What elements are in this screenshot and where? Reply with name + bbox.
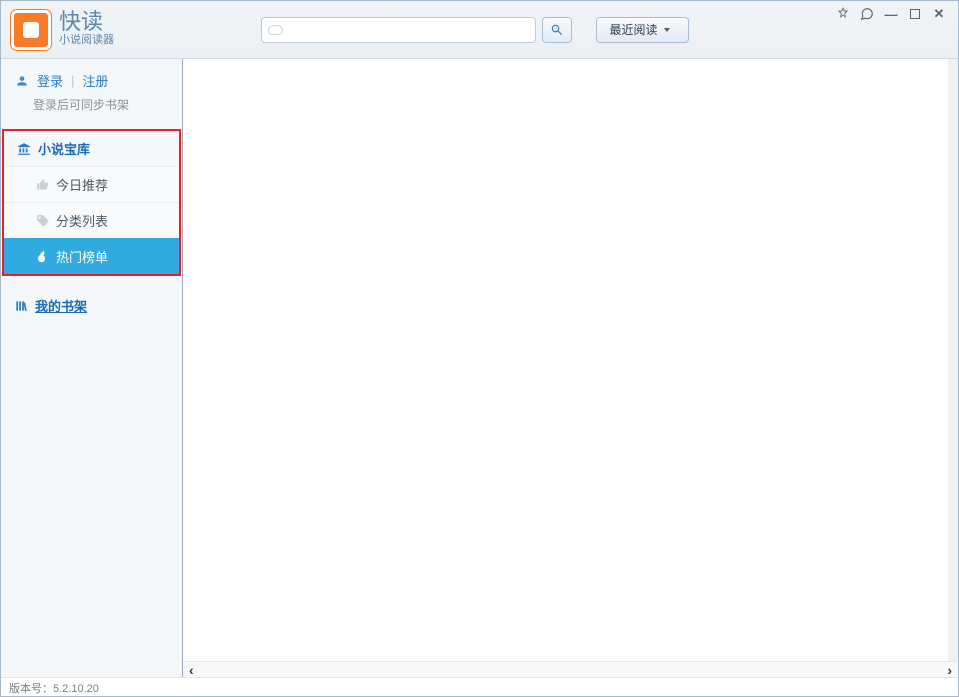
section-novel-library-label: 小说宝库 (38, 139, 90, 158)
scroll-right-arrow[interactable]: › (947, 662, 952, 678)
search-button[interactable] (542, 17, 572, 43)
app-title: 快读 (59, 11, 114, 33)
recent-read-label: 最近阅读 (609, 21, 657, 38)
search-icon (550, 23, 564, 37)
bookshelf-icon (13, 299, 29, 313)
fire-icon (36, 250, 50, 264)
maximize-button[interactable] (908, 7, 922, 21)
sidebar: 登录 | 注册 登录后可同步书架 小说宝库 今日推荐 分类列表 热门榜单 (1, 59, 183, 677)
content-area: ‹ › (183, 59, 958, 677)
close-button[interactable]: ✕ (932, 7, 946, 21)
status-bar: 版本号：5.2.10.20 (1, 677, 958, 696)
section-my-bookshelf-label: 我的书架 (35, 296, 87, 315)
feedback-icon[interactable] (836, 7, 850, 21)
vertical-scrollbar[interactable] (948, 59, 958, 661)
search-input[interactable] (287, 23, 529, 37)
nav-item-hot-rankings-label: 热门榜单 (56, 247, 108, 266)
login-row: 登录 | 注册 (1, 59, 182, 94)
nav-item-today-recommend-label: 今日推荐 (56, 175, 108, 194)
highlight-box: 小说宝库 今日推荐 分类列表 热门榜单 (2, 129, 181, 276)
section-my-bookshelf[interactable]: 我的书架 (1, 288, 182, 323)
nav-item-category-list-label: 分类列表 (56, 211, 108, 230)
user-icon (15, 74, 29, 88)
nav-item-category-list[interactable]: 分类列表 (4, 202, 179, 238)
scroll-left-arrow[interactable]: ‹ (189, 662, 194, 678)
version-label: 版本号： (9, 683, 53, 695)
content-inner (183, 59, 958, 661)
tag-icon (36, 214, 50, 228)
title-bar: 快读 小说阅读器 最近阅读 — ✕ (1, 1, 958, 59)
chevron-down-icon (664, 28, 670, 32)
horizontal-scrollbar[interactable]: ‹ › (183, 661, 958, 677)
window-controls: — ✕ (836, 1, 958, 21)
app-subtitle: 小说阅读器 (59, 33, 114, 48)
nav-item-today-recommend[interactable]: 今日推荐 (4, 166, 179, 202)
version-value: 5.2.10.20 (53, 683, 99, 695)
section-novel-library[interactable]: 小说宝库 (4, 131, 179, 166)
nav-item-hot-rankings[interactable]: 热门榜单 (4, 238, 179, 274)
recent-read-button[interactable]: 最近阅读 (596, 17, 688, 43)
cloud-icon (268, 25, 283, 35)
search-box[interactable] (261, 17, 536, 43)
app-logo (11, 10, 51, 50)
library-icon (16, 142, 32, 156)
thumb-icon (36, 178, 50, 192)
register-link[interactable]: 注册 (82, 71, 108, 90)
logo-block: 快读 小说阅读器 (1, 10, 114, 50)
divider: | (71, 73, 74, 88)
login-link[interactable]: 登录 (37, 71, 63, 90)
chat-icon[interactable] (860, 7, 874, 21)
minimize-button[interactable]: — (884, 7, 898, 21)
login-hint: 登录后可同步书架 (1, 94, 182, 129)
